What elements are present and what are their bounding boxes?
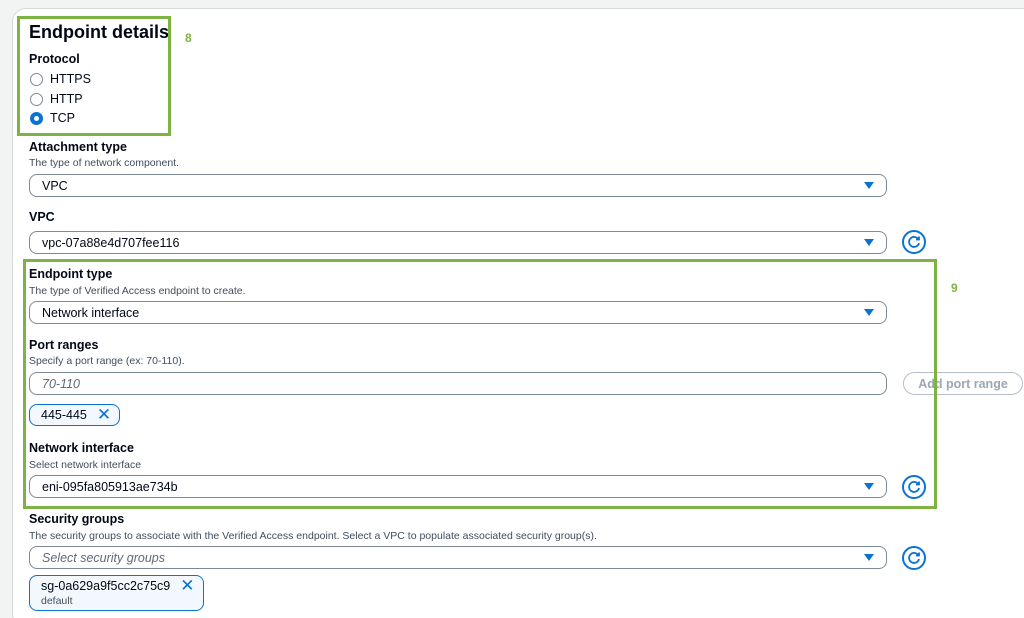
token-content: sg-0a629a9f5cc2c75c9 default: [41, 579, 170, 607]
caret-down-icon: [864, 182, 874, 189]
security-group-token: sg-0a629a9f5cc2c75c9 default ✕: [29, 575, 204, 611]
refresh-icon: [908, 552, 920, 564]
close-icon[interactable]: ✕: [180, 577, 194, 594]
attachment-type-label: Attachment type: [29, 140, 127, 154]
security-groups-label: Security groups: [29, 512, 125, 526]
refresh-icon: [908, 236, 920, 248]
token-label: sg-0a629a9f5cc2c75c9: [41, 579, 171, 593]
refresh-security-groups-button[interactable]: [902, 546, 926, 570]
security-groups-select[interactable]: Select security groups: [29, 546, 887, 569]
vpc-select[interactable]: vpc-07a88e4d707fee116: [29, 231, 887, 254]
caret-down-icon: [864, 239, 874, 246]
select-placeholder: Select security groups: [42, 550, 165, 565]
attachment-type-select[interactable]: VPC: [29, 174, 887, 197]
security-groups-description: The security groups to associate with th…: [29, 530, 597, 542]
vpc-label: VPC: [29, 210, 55, 224]
attachment-type-description: The type of network component.: [29, 157, 179, 169]
annotation-number: 9: [951, 281, 958, 295]
highlight-box-9: [23, 259, 937, 509]
refresh-vpc-button[interactable]: [902, 230, 926, 254]
select-value: vpc-07a88e4d707fee116: [42, 235, 180, 250]
select-value: VPC: [42, 178, 68, 193]
annotation-number: 8: [185, 31, 192, 45]
highlight-box-8: [17, 16, 171, 136]
token-sublabel: default: [41, 595, 73, 607]
caret-down-icon: [864, 554, 874, 561]
